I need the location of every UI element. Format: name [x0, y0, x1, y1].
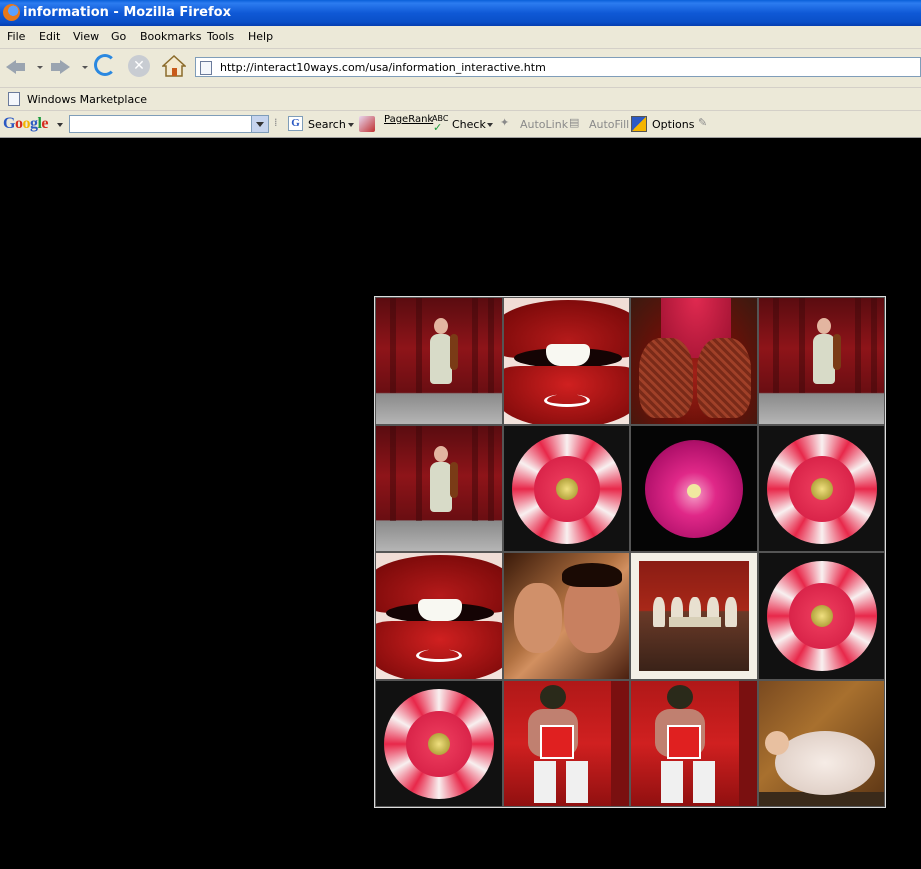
menu-go[interactable]: Go — [111, 30, 126, 43]
reload-icon[interactable] — [94, 54, 116, 76]
pagerank-label[interactable]: PageRank — [384, 114, 433, 125]
check-dropdown[interactable] — [487, 123, 493, 127]
back-history-dropdown[interactable] — [37, 66, 43, 69]
window-title: information - Mozilla Firefox — [23, 5, 231, 20]
google-search-icon[interactable]: G — [288, 116, 303, 131]
autofill-button[interactable]: AutoFill — [589, 118, 629, 131]
options-button[interactable]: Options — [652, 118, 694, 131]
red-dahlia-image[interactable] — [375, 679, 503, 807]
menu-help[interactable]: Help — [248, 30, 273, 43]
google-toolbar: Google ⁞ G Search PageRank ABC ✓ Check ✦… — [0, 111, 921, 138]
search-dropdown[interactable] — [348, 123, 354, 127]
highlighter-icon[interactable]: ✎ — [698, 116, 707, 129]
spellcheck-tick-icon: ✓ — [433, 121, 443, 134]
back-arrow-icon — [6, 60, 25, 74]
window-titlebar: information - Mozilla Firefox — [0, 0, 921, 26]
autolink-wand-icon: ✦ — [500, 116, 510, 129]
url-text: http://interact10ways.com/usa/informatio… — [220, 61, 546, 74]
autolink-button[interactable]: AutoLink — [520, 118, 568, 131]
menu-bookmarks[interactable]: Bookmarks — [140, 30, 201, 43]
home-icon[interactable] — [162, 55, 186, 77]
red-dahlia-image[interactable] — [502, 424, 630, 552]
forward-arrow-icon — [51, 60, 70, 74]
popup-blocker-icon[interactable] — [359, 116, 375, 132]
embracing-couple-image[interactable] — [502, 552, 630, 680]
google-logo[interactable]: Google — [3, 115, 48, 133]
options-icon[interactable] — [631, 116, 647, 132]
forward-history-dropdown[interactable] — [82, 66, 88, 69]
diner-group-image[interactable] — [630, 552, 758, 680]
search-button[interactable]: Search — [308, 118, 346, 131]
red-lips-image[interactable] — [502, 297, 630, 425]
henna-hands-image[interactable] — [630, 297, 758, 425]
check-button[interactable]: Check — [452, 118, 486, 131]
red-dahlia-image[interactable] — [757, 424, 885, 552]
autofill-icon: ▤ — [569, 116, 580, 129]
violin-girl-image[interactable] — [375, 297, 503, 425]
search-history-dropdown[interactable] — [251, 116, 268, 132]
toolbar-separator-icon: ⁞ — [274, 116, 278, 129]
sleeping-girl-image[interactable] — [757, 679, 885, 807]
image-grid — [374, 296, 886, 808]
address-bar[interactable]: http://interact10ways.com/usa/informatio… — [195, 57, 921, 77]
menu-tools[interactable]: Tools — [207, 30, 234, 43]
red-lips-image[interactable] — [375, 552, 503, 680]
violin-girl-image[interactable] — [757, 297, 885, 425]
firefox-logo-icon — [3, 4, 20, 21]
back-button[interactable] — [2, 54, 28, 80]
masked-wrestler-image[interactable] — [502, 679, 630, 807]
forward-button[interactable] — [47, 54, 73, 80]
page-icon — [200, 61, 212, 75]
menu-edit[interactable]: Edit — [39, 30, 60, 43]
pink-rose-image[interactable] — [630, 424, 758, 552]
bookmark-page-icon — [8, 92, 20, 106]
violin-girl-image[interactable] — [375, 424, 503, 552]
menu-view[interactable]: View — [73, 30, 99, 43]
menu-file[interactable]: File — [7, 30, 25, 43]
google-menu-dropdown[interactable] — [57, 123, 63, 127]
menu-bar: File Edit View Go Bookmarks Tools Help — [0, 26, 921, 49]
bookmark-windows-marketplace[interactable]: Windows Marketplace — [27, 93, 147, 106]
google-search-input[interactable] — [69, 115, 269, 133]
red-dahlia-image[interactable] — [757, 552, 885, 680]
bookmarks-toolbar: Windows Marketplace — [0, 88, 921, 111]
stop-icon[interactable]: ✕ — [128, 55, 150, 77]
masked-wrestler-image[interactable] — [630, 679, 758, 807]
